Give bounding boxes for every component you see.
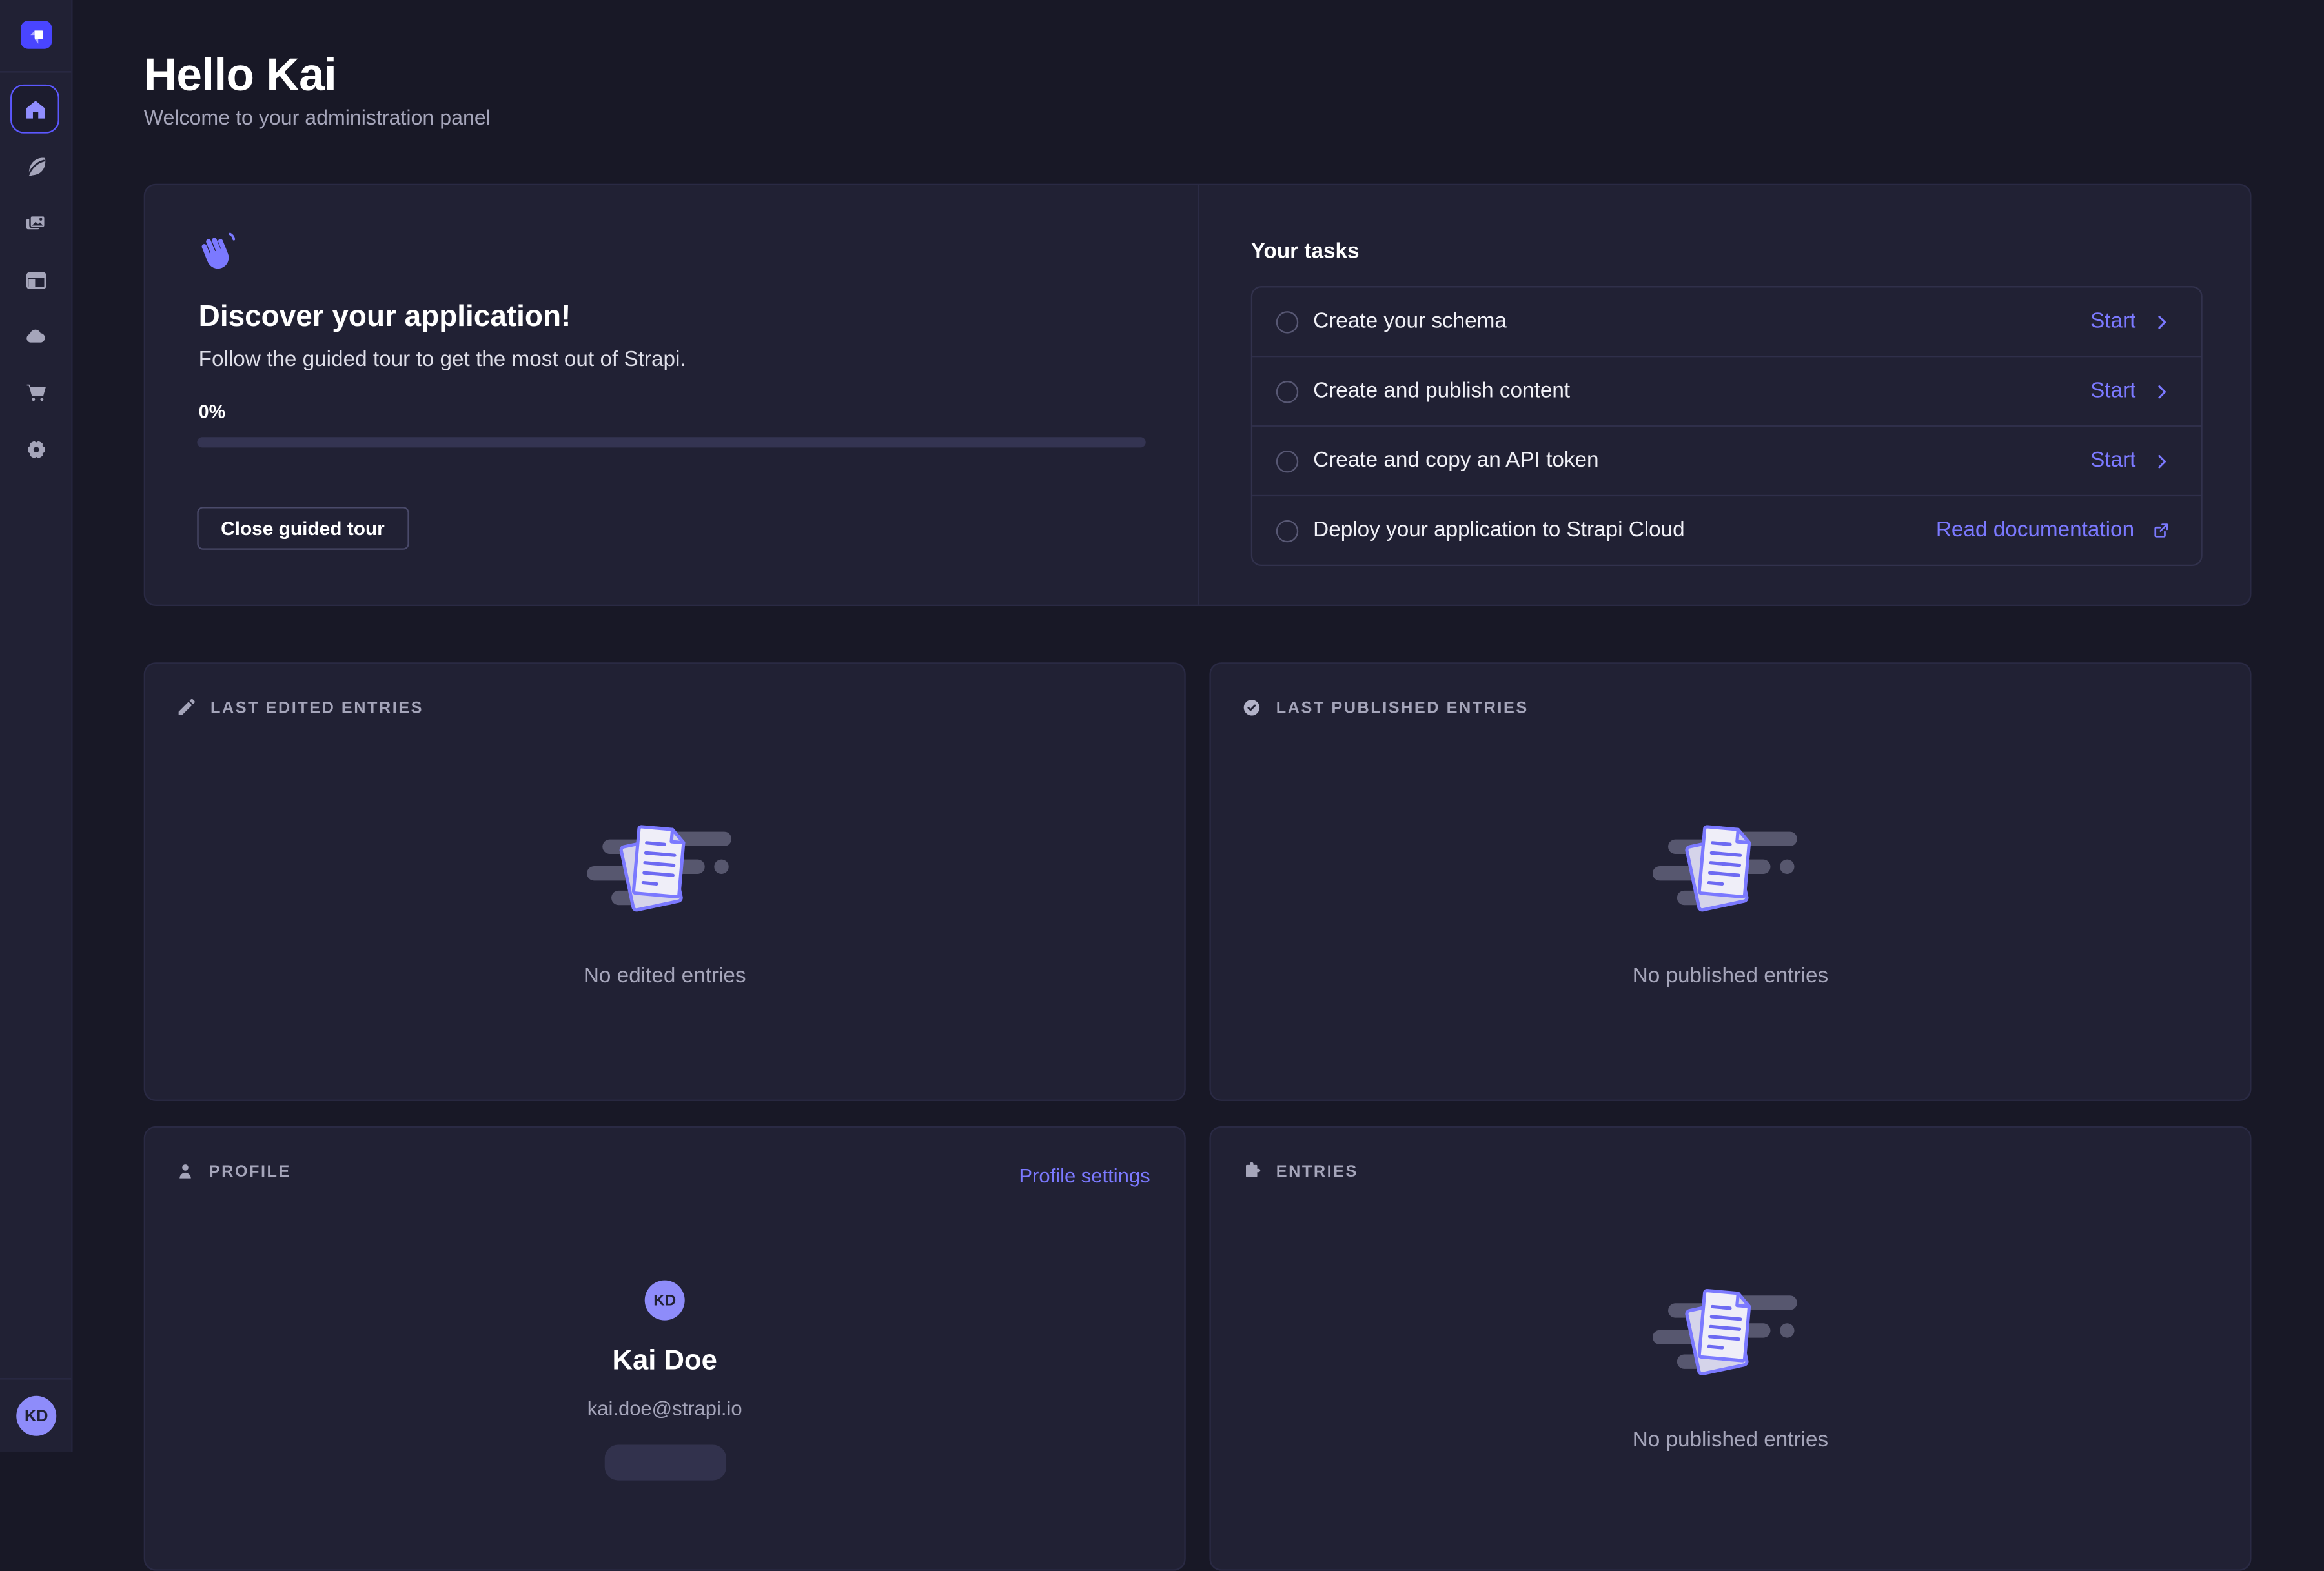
widget-title: ENTRIES: [1276, 1162, 1358, 1181]
widget-header: ENTRIES: [1241, 1161, 1358, 1182]
check-circle-icon: [1241, 696, 1263, 718]
tasks-title: Your tasks: [1251, 240, 1360, 264]
person-icon: [175, 1161, 196, 1182]
page-subtitle: Welcome to your administration panel: [144, 105, 491, 129]
empty-state-text: No edited entries: [584, 965, 746, 989]
task-action-label: Start: [2090, 380, 2135, 403]
page-title: Hello Kai: [144, 49, 336, 103]
empty-documents-illustration: [1653, 1276, 1808, 1388]
sidebar-bottom-divider: [0, 1378, 71, 1379]
profile-settings-link[interactable]: Profile settings: [1019, 1165, 1150, 1187]
task-label: Create and copy an API token: [1313, 449, 1598, 473]
strapi-logo[interactable]: [21, 21, 52, 49]
sidebar-item-content-type-builder[interactable]: [0, 255, 71, 305]
empty-state: No published entries: [1211, 1276, 2250, 1452]
guided-tour-title: Discover your application!: [199, 301, 571, 335]
entries-widget: ENTRIES: [1209, 1126, 2251, 1571]
empty-state-text: No published entries: [1633, 965, 1829, 989]
task-action-label: Start: [2090, 310, 2135, 334]
task-status-radio[interactable]: [1276, 310, 1298, 332]
external-link-icon: [2150, 520, 2171, 541]
empty-state: No edited entries: [145, 812, 1184, 988]
sidebar-item-home[interactable]: [10, 85, 59, 134]
chevron-right-icon: [2152, 451, 2172, 471]
layout-icon: [23, 269, 48, 292]
guided-tour-card: Discover your application! Follow the gu…: [144, 184, 2252, 606]
empty-documents-illustration: [587, 812, 742, 924]
widget-header: LAST EDITED ENTRIES: [175, 696, 423, 718]
task-row: Create and copy an API token Start: [1252, 425, 2201, 495]
task-start-link[interactable]: Start: [2090, 310, 2171, 334]
profile-avatar[interactable]: KD: [645, 1281, 685, 1321]
task-status-radio[interactable]: [1276, 380, 1298, 402]
widget-title: PROFILE: [209, 1162, 291, 1181]
task-status-radio[interactable]: [1276, 450, 1298, 472]
strapi-logo-icon: [26, 25, 46, 45]
widget-header: LAST PUBLISHED ENTRIES: [1241, 696, 1529, 718]
task-row: Create your schema Start: [1252, 287, 2201, 356]
task-action-label: Start: [2090, 449, 2135, 473]
profile-body: KD Kai Doe kai.doe@strapi.io: [145, 1281, 1184, 1481]
empty-state: No published entries: [1211, 812, 2250, 988]
task-list: Create your schema Start Create and publ…: [1251, 286, 2203, 566]
widget-title: LAST PUBLISHED ENTRIES: [1276, 699, 1529, 717]
sidebar-item-content-manager[interactable]: [0, 141, 71, 191]
tasks-section: Your tasks Create your schema Start Crea…: [1199, 185, 2250, 605]
task-start-link[interactable]: Start: [2090, 380, 2171, 403]
sidebar: KD: [0, 0, 72, 1452]
wave-hand-icon: [197, 230, 237, 270]
profile-widget: PROFILE Profile settings KD Kai Doe kai.…: [144, 1126, 1186, 1571]
profile-role-badge: [604, 1445, 726, 1481]
sidebar-item-media-library[interactable]: [0, 197, 71, 247]
task-status-radio[interactable]: [1276, 520, 1298, 542]
task-start-link[interactable]: Start: [2090, 449, 2171, 473]
sidebar-item-cloud[interactable]: [0, 311, 71, 361]
widget-title: LAST EDITED ENTRIES: [210, 699, 423, 717]
read-documentation-link[interactable]: Read documentation: [1936, 519, 2172, 543]
home-icon: [23, 97, 47, 121]
guided-tour-section: Discover your application! Follow the gu…: [145, 185, 1199, 605]
cloud-icon: [22, 325, 48, 349]
puzzle-icon: [1241, 1161, 1263, 1182]
task-row: Create and publish content Start: [1252, 356, 2201, 425]
task-action-label: Read documentation: [1936, 519, 2134, 543]
images-icon: [22, 210, 48, 235]
feather-icon: [23, 154, 48, 179]
empty-state-text: No published entries: [1633, 1428, 1829, 1452]
pencil-icon: [175, 696, 197, 718]
guided-tour-description: Follow the guided tour to get the most o…: [199, 349, 686, 372]
task-row: Deploy your application to Strapi Cloud …: [1252, 495, 2201, 565]
tour-progress-label: 0%: [199, 401, 226, 422]
close-guided-tour-button[interactable]: Close guided tour: [197, 507, 408, 550]
cart-icon: [23, 380, 48, 405]
sidebar-item-marketplace[interactable]: [0, 367, 71, 418]
task-label: Deploy your application to Strapi Cloud: [1313, 519, 1685, 543]
tour-progress-bar: [197, 437, 1145, 447]
chevron-right-icon: [2152, 312, 2172, 331]
last-edited-entries-widget: LAST EDITED ENTRIES: [144, 662, 1186, 1101]
task-label: Create your schema: [1313, 310, 1507, 334]
task-label: Create and publish content: [1313, 380, 1570, 403]
strapi-admin-dashboard: KD Hello Kai Welcome to your administrat…: [0, 0, 2324, 1452]
profile-email: kai.doe@strapi.io: [587, 1397, 742, 1419]
last-published-entries-widget: LAST PUBLISHED ENTRIES: [1209, 662, 2251, 1101]
profile-name: Kai Doe: [613, 1346, 717, 1379]
widget-header: PROFILE: [175, 1161, 291, 1182]
sidebar-divider: [0, 71, 71, 72]
sidebar-user-avatar[interactable]: KD: [16, 1396, 56, 1436]
gear-icon: [23, 438, 48, 463]
sidebar-item-settings[interactable]: [0, 425, 71, 476]
empty-documents-illustration: [1653, 812, 1808, 924]
chevron-right-icon: [2152, 381, 2172, 401]
